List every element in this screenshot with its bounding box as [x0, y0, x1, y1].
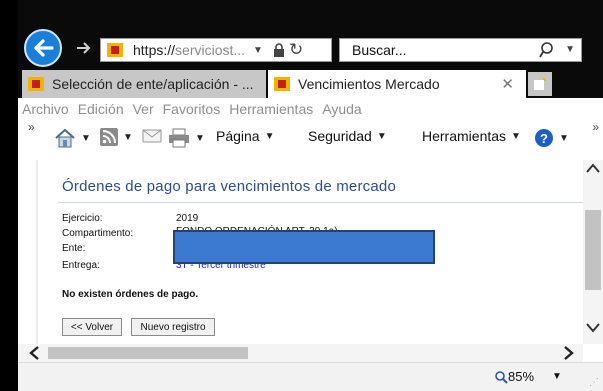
page-menu[interactable]: Página ▼	[216, 128, 275, 144]
menu-ayuda[interactable]: Ayuda	[322, 101, 361, 117]
redaction-box	[173, 230, 435, 264]
field-label-ejercicio: Ejercicio:	[62, 213, 103, 224]
site-favicon-icon	[28, 77, 44, 91]
tools-menu[interactable]: Herramientas ▼	[422, 128, 521, 144]
search-icon[interactable]	[539, 41, 557, 59]
site-favicon-icon	[107, 43, 123, 57]
tab-label: Vencimientos Mercado	[298, 76, 440, 92]
menu-favoritos[interactable]: Favoritos	[163, 101, 221, 117]
home-icon	[55, 128, 75, 148]
menu-ver[interactable]: Ver	[133, 101, 154, 117]
arrow-left-icon	[34, 39, 54, 57]
url-scheme: https://	[133, 42, 176, 58]
print-button[interactable]: ▼	[168, 128, 205, 148]
scroll-down-icon[interactable]	[586, 322, 600, 334]
zoom-icon	[495, 370, 508, 384]
home-button[interactable]: ▼	[54, 128, 91, 148]
page-menu-label: Página	[216, 128, 260, 144]
chevron-more-left-icon[interactable]: »	[28, 120, 35, 134]
command-bar: » ▼ ▼ ▼ Página ▼ Seguridad ▼ Herramienta…	[18, 120, 603, 156]
window-left-edge	[0, 0, 18, 391]
scroll-up-icon[interactable]	[586, 162, 600, 174]
field-value-ejercicio: 2019	[176, 213, 199, 224]
arrow-right-icon	[77, 42, 91, 54]
chevron-down-icon: ▼	[264, 130, 275, 142]
security-menu-label: Seguridad	[308, 128, 372, 144]
page-content: Órdenes de pago para vencimientos de mer…	[18, 160, 583, 344]
scroll-right-icon[interactable]	[563, 345, 575, 361]
tab-vencimientos-mercado[interactable]: Vencimientos Mercado ✕	[268, 70, 526, 98]
chevron-down-icon[interactable]: ▼	[123, 132, 133, 143]
feeds-button[interactable]: ▼	[100, 128, 133, 146]
page-body: Órdenes de pago para vencimientos de mer…	[36, 160, 583, 344]
tab-label: Selección de ente/aplicación - ...	[52, 76, 254, 92]
title-divider	[58, 202, 583, 203]
status-bar: 85% ▼ ⋰	[18, 362, 603, 391]
chevron-down-icon: ▼	[376, 130, 387, 142]
search-placeholder: Buscar...	[352, 42, 407, 58]
chevron-down-icon: ▼	[511, 130, 521, 142]
new-tab-icon	[534, 78, 546, 90]
address-bar[interactable]: https:// serviciost... ▼ ↻	[100, 38, 332, 62]
field-label-entrega: Entrega:	[62, 260, 100, 271]
horizontal-scrollbar[interactable]	[18, 344, 583, 362]
horizontal-scroll-thumb[interactable]	[48, 347, 248, 359]
chevron-down-icon[interactable]: ▼	[552, 371, 562, 382]
rss-feed-icon	[100, 128, 118, 146]
chevron-down-icon[interactable]: ▼	[195, 133, 205, 144]
site-favicon-icon	[274, 77, 290, 91]
search-box[interactable]: Buscar... ▼	[339, 38, 582, 62]
new-tab-button[interactable]	[528, 72, 552, 96]
close-tab-icon[interactable]: ✕	[501, 75, 514, 93]
menu-herramientas[interactable]: Herramientas	[229, 101, 313, 117]
back-button[interactable]	[24, 29, 62, 67]
field-label-ente: Ente:	[62, 243, 86, 254]
page-left-edge	[36, 160, 38, 344]
lock-icon[interactable]	[273, 43, 285, 57]
empty-message: No existen órdenes de pago.	[62, 289, 199, 300]
tab-row: Selección de ente/aplicación - ... Venci…	[18, 70, 603, 98]
search-dropdown-icon[interactable]: ▼	[565, 44, 575, 55]
svg-text:?: ?	[540, 131, 548, 146]
forward-button[interactable]	[74, 38, 94, 58]
mail-icon	[142, 129, 162, 143]
vertical-scrollbar[interactable]	[583, 160, 603, 344]
menu-edicion[interactable]: Edición	[78, 101, 124, 117]
security-menu[interactable]: Seguridad ▼	[308, 128, 387, 144]
zoom-control[interactable]: 85% ▼	[494, 369, 562, 384]
page-title: Órdenes de pago para vencimientos de mer…	[62, 178, 396, 195]
help-button[interactable]: ? ▼	[534, 128, 569, 148]
printer-icon	[169, 128, 189, 148]
help-icon: ?	[535, 129, 553, 147]
chevron-down-icon[interactable]: ▼	[81, 133, 91, 144]
address-dropdown-icon[interactable]: ▼	[253, 45, 263, 56]
chevron-more-right-icon[interactable]: »	[592, 120, 599, 134]
tools-menu-label: Herramientas	[422, 128, 507, 144]
chevron-down-icon[interactable]: ▼	[559, 133, 569, 144]
resize-grip-icon[interactable]: ⋰	[589, 377, 599, 388]
vertical-scroll-thumb[interactable]	[585, 210, 601, 290]
zoom-level: 85%	[508, 369, 535, 384]
new-record-button[interactable]: Nuevo registro	[131, 318, 215, 336]
menu-bar: Archivo Edición Ver Favoritos Herramient…	[18, 98, 603, 120]
refresh-icon[interactable]: ↻	[289, 40, 303, 60]
menu-archivo[interactable]: Archivo	[22, 101, 69, 117]
back-page-button[interactable]: << Volver	[62, 318, 122, 336]
url-host: serviciost...	[175, 42, 246, 58]
tab-seleccion-ente[interactable]: Selección de ente/aplicación - ...	[22, 70, 266, 98]
scroll-left-icon[interactable]	[28, 345, 40, 361]
mail-button[interactable]	[142, 128, 162, 144]
field-label-compartimento: Compartimento:	[62, 228, 134, 239]
